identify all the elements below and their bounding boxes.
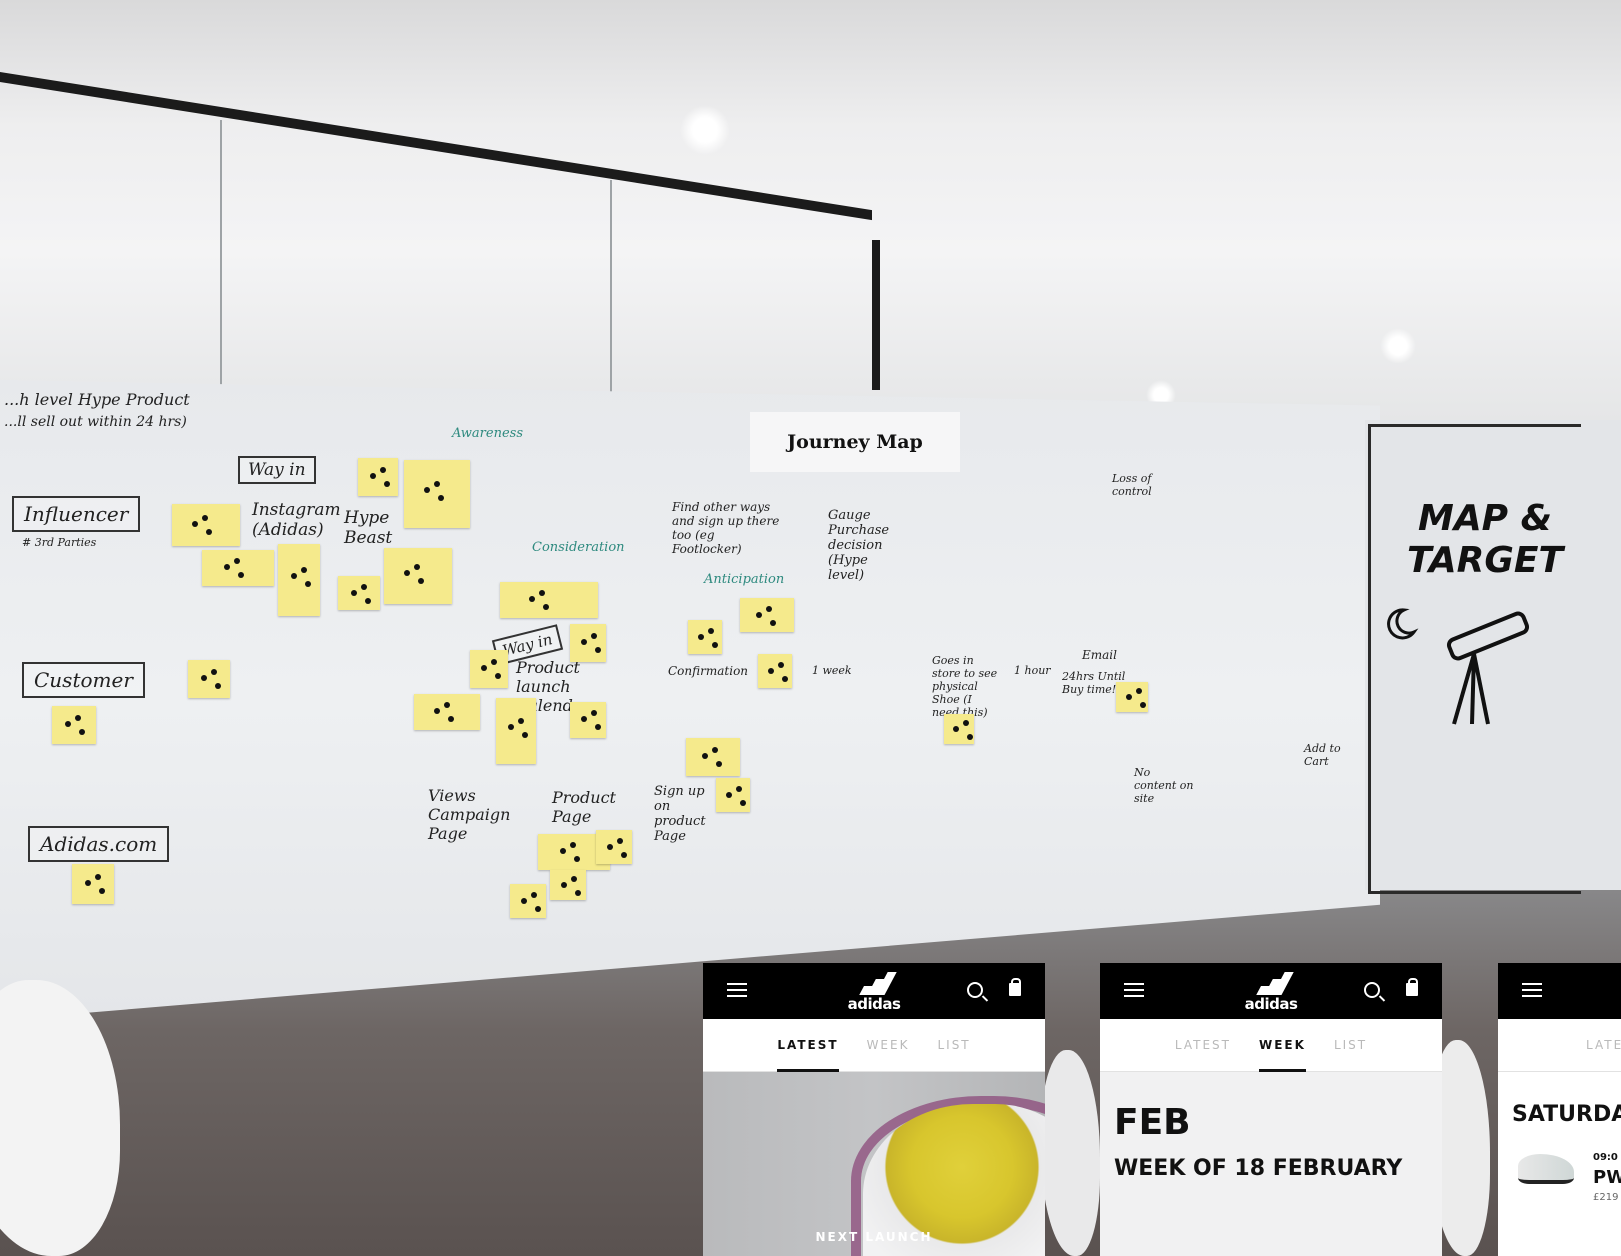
step-sign-up: Sign up on product Page — [654, 784, 706, 844]
sticky-note — [384, 548, 452, 604]
tab-bar: LATEST WEEK LIST — [703, 1019, 1045, 1072]
lane-label-influencer: Influencer — [12, 496, 141, 532]
sticky-note — [510, 884, 546, 918]
sticky-note — [72, 864, 114, 904]
next-launch-caption: NEXT LAUNCH — [815, 1230, 933, 1244]
step-purchase-decision: Gauge Purchase decision (Hype level) — [828, 508, 890, 583]
step-add-to-cart: Add to Cart — [1304, 742, 1341, 768]
step-no-content: No content on site — [1134, 766, 1194, 805]
sticky-note — [52, 706, 96, 744]
step-email: Email — [1082, 648, 1117, 662]
sticky-note — [1116, 682, 1148, 712]
lane-sub: # 3rd Parties — [22, 536, 97, 549]
step-instagram: Instagram (Adidas) — [252, 500, 341, 540]
brand-wordmark: adidas — [1244, 995, 1298, 1013]
step-one-hour: 1 hour — [1014, 664, 1051, 677]
step-confirmation: Confirmation — [668, 664, 749, 678]
tab-latest[interactable]: LATEST — [1586, 1032, 1621, 1058]
office-scene: Journey Map ...h level Hype Product ...l… — [0, 0, 1621, 1256]
sticky-note — [404, 460, 470, 528]
app-header: adidas — [703, 963, 1045, 1019]
step-one-week: 1 week — [812, 664, 852, 677]
lane-label-customer: Customer — [22, 662, 145, 698]
tab-week[interactable]: WEEK — [867, 1032, 910, 1058]
sticky-note — [550, 870, 586, 900]
next-launch-hero[interactable]: NEXT LAUNCH — [703, 1072, 1045, 1256]
month-heading: FEB — [1114, 1102, 1191, 1143]
step-way-in: Way in — [238, 456, 316, 484]
search-icon[interactable] — [1364, 982, 1380, 998]
sticky-note — [596, 830, 632, 864]
search-icon[interactable] — [967, 982, 983, 998]
step-product-page: Product Page — [552, 788, 616, 826]
step-loss-of-control: Loss of control — [1112, 472, 1152, 498]
telescope-icon — [1387, 608, 1530, 725]
step-views-campaign: Views Campaign Page — [428, 786, 511, 843]
step-find-other-ways: Find other ways and sign up there too (e… — [672, 500, 780, 556]
adidas-logo[interactable]: adidas — [1245, 971, 1298, 1013]
app-header: adidas — [1100, 963, 1442, 1019]
adidas-mark-icon — [854, 971, 898, 995]
shopping-bag-icon[interactable] — [1009, 978, 1021, 996]
product-name[interactable]: PW — [1593, 1167, 1621, 1188]
release-time: 09:0 — [1593, 1152, 1618, 1163]
sticky-note — [686, 738, 740, 776]
stage-label: Consideration — [532, 540, 625, 555]
sticky-note — [500, 582, 598, 618]
sticky-note — [758, 654, 792, 688]
shopping-bag-icon[interactable] — [1406, 978, 1418, 996]
sticky-note — [172, 504, 240, 546]
tab-bar: LATEST WEEK LIST — [1100, 1019, 1442, 1072]
sticky-note — [496, 698, 536, 764]
product-thumbnail[interactable] — [1518, 1154, 1574, 1184]
sticky-note — [570, 624, 606, 662]
ceiling-light — [1380, 328, 1416, 364]
map-target-line2: TARGET — [1406, 540, 1564, 581]
sticky-note — [278, 544, 320, 616]
stage-label: Awareness — [452, 426, 523, 441]
tab-latest[interactable]: LATEST — [1175, 1032, 1231, 1058]
sticky-note — [570, 702, 606, 738]
tab-week[interactable]: WEEK — [1259, 1032, 1306, 1072]
ceiling-light — [680, 105, 730, 155]
top-note: ...h level Hype Product — [4, 390, 190, 409]
glass-frame — [872, 240, 880, 390]
phone-screen-week: adidas LATEST WEEK LIST FEB WEEK OF 18 F… — [1100, 963, 1442, 1256]
stage-label: Anticipation — [704, 572, 785, 587]
menu-icon[interactable] — [1522, 983, 1542, 997]
journey-map-title: Journey Map — [750, 412, 960, 472]
tab-list[interactable]: LIST — [937, 1032, 970, 1058]
list-view: SATURDA 09:0 PW £219 — [1498, 1072, 1621, 1256]
phone-screen-list: LATEST SATURDA 09:0 PW £219 — [1498, 963, 1621, 1256]
app-header — [1498, 963, 1621, 1019]
sticky-note — [188, 660, 230, 698]
lane-label-adidas-com: Adidas.com — [28, 826, 170, 862]
product-price: £219 — [1593, 1192, 1619, 1203]
sticky-note — [470, 650, 508, 688]
sticky-note — [202, 550, 274, 586]
sticky-note — [740, 598, 794, 632]
adidas-mark-icon — [1251, 971, 1295, 995]
adidas-logo[interactable]: adidas — [848, 971, 901, 1013]
brand-wordmark: adidas — [847, 995, 901, 1013]
tab-latest[interactable]: LATEST — [777, 1032, 839, 1072]
week-heading: WEEK OF 18 FEBRUARY — [1114, 1156, 1403, 1181]
sticky-note — [716, 778, 750, 812]
week-view: FEB WEEK OF 18 FEBRUARY — [1100, 1072, 1442, 1256]
tab-bar: LATEST — [1498, 1019, 1621, 1072]
phone-screen-latest: adidas LATEST WEEK LIST NEXT LAUNCH — [703, 963, 1045, 1256]
map-target-line1: MAP & — [1418, 498, 1552, 539]
sticky-note — [944, 714, 974, 744]
top-note: ...ll sell out within 24 hrs) — [4, 414, 187, 430]
step-goes-in-store: Goes in store to see physical Shoe (I ne… — [932, 654, 998, 719]
sticky-note — [688, 620, 722, 654]
tab-list[interactable]: LIST — [1334, 1032, 1367, 1058]
map-target-title: MAP & TARGET — [1400, 498, 1570, 582]
sticky-note — [358, 458, 398, 496]
sticky-note — [414, 694, 480, 730]
day-heading: SATURDA — [1512, 1102, 1621, 1127]
menu-icon[interactable] — [1124, 983, 1144, 997]
menu-icon[interactable] — [727, 983, 747, 997]
sticky-note — [338, 576, 380, 610]
